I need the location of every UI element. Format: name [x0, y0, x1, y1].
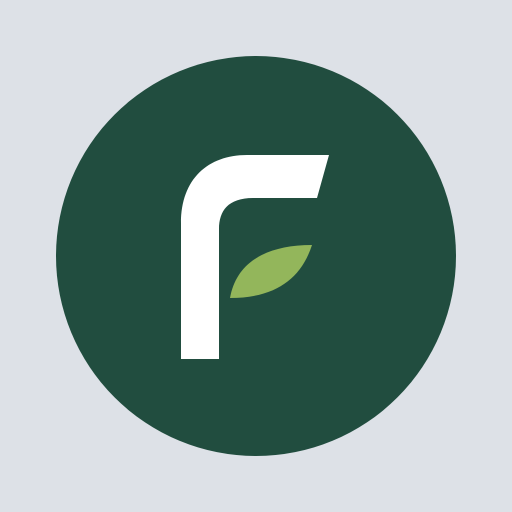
app-icon-canvas	[0, 0, 512, 512]
app-logo	[56, 56, 456, 456]
logo-circle-badge	[56, 56, 456, 456]
